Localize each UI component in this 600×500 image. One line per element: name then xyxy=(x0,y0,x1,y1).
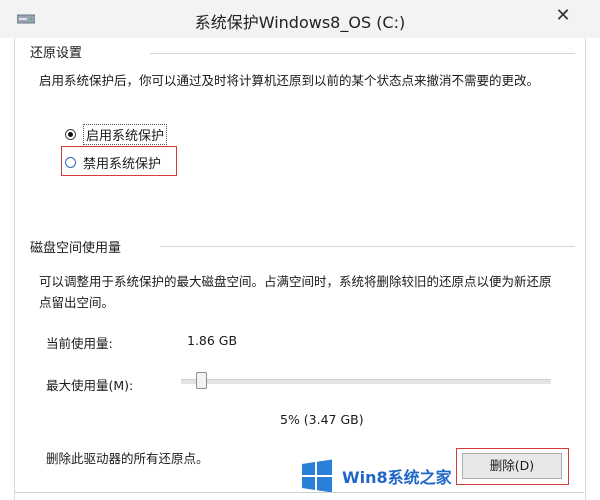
window-title: 系统保护Windows8_OS (C:) xyxy=(194,13,406,32)
system-protection-dialog: 系统保护Windows8_OS (C:) ✕ 还原设置 启用系统保护后，你可以通… xyxy=(0,0,600,500)
title-bar: 系统保护Windows8_OS (C:) ✕ xyxy=(0,0,600,38)
watermark-text: Win8系统之家 xyxy=(342,468,452,487)
disk-usage-title: 磁盘空间使用量 xyxy=(30,241,122,256)
slider-value-text: 5% (3.47 GB) xyxy=(280,412,364,427)
delete-description: 删除此驱动器的所有还原点。 xyxy=(46,451,209,466)
radio-selected-icon[interactable] xyxy=(65,129,76,140)
close-button[interactable]: ✕ xyxy=(545,4,581,28)
watermark: Win8系统之家 xyxy=(300,459,452,493)
disk-usage-description: 可以调整用于系统保护的最大磁盘空间。占满空间时，系统将删除较旧的还原点以便为新还… xyxy=(39,274,552,310)
restore-settings-description: 启用系统保护后，你可以通过及时将计算机还原到以前的某个状态点来撤消不需要的更改。 xyxy=(39,73,540,88)
enable-protection-label: 启用系统保护 xyxy=(83,124,168,145)
current-usage-value: 1.86 GB xyxy=(187,333,238,348)
enable-protection-option[interactable]: 启用系统保护 xyxy=(65,124,168,145)
section-divider xyxy=(150,53,575,54)
highlight-box-disable xyxy=(61,146,177,176)
max-usage-slider-thumb[interactable] xyxy=(196,372,207,389)
current-usage-label: 当前使用量: xyxy=(46,336,113,351)
windows-logo-icon xyxy=(302,459,332,493)
max-usage-slider-track[interactable] xyxy=(181,379,551,384)
bottom-divider xyxy=(14,492,584,493)
dialog-body xyxy=(14,38,586,500)
restore-settings-title: 还原设置 xyxy=(30,46,83,61)
max-usage-label: 最大使用量(M): xyxy=(46,378,134,393)
highlight-box-delete xyxy=(456,448,569,485)
section-divider xyxy=(160,246,575,247)
